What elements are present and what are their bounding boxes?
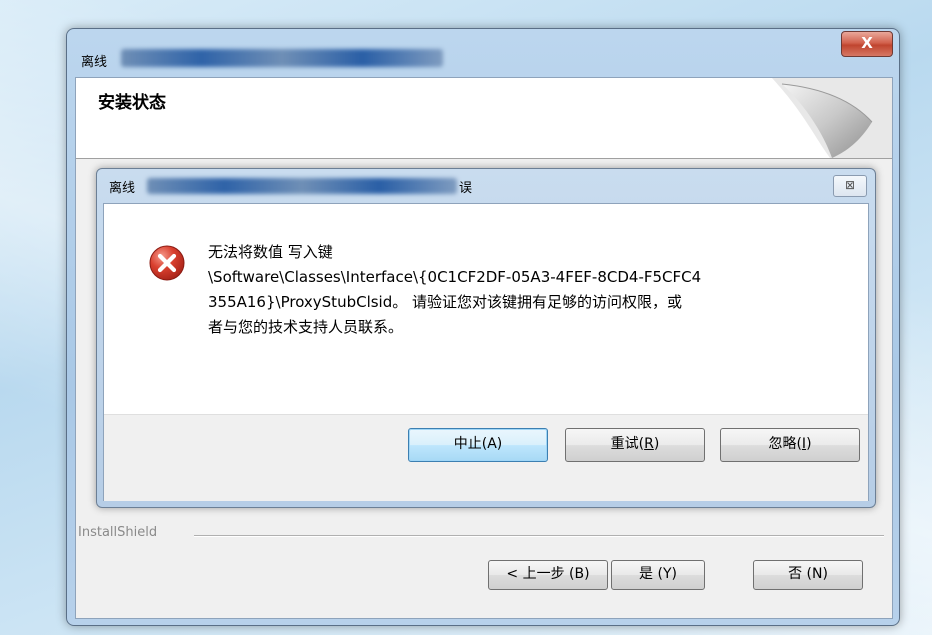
- yes-button[interactable]: 是 (Y): [611, 560, 705, 590]
- error-dialog-client: 无法将数值 写入键 \Software\Classes\Interface\{0…: [103, 203, 869, 501]
- ignore-button[interactable]: 忽略(I): [720, 428, 860, 462]
- installshield-label: InstallShield: [78, 525, 158, 540]
- installer-header: 安装状态: [76, 78, 892, 159]
- back-button[interactable]: < 上一步 (B): [488, 560, 608, 590]
- redacted-title: [121, 49, 443, 67]
- installer-window-title: 离线: [81, 51, 107, 70]
- error-message-line: \Software\Classes\Interface\{0C1CF2DF-05…: [208, 268, 702, 286]
- abort-button-label: 中止(A): [453, 436, 503, 452]
- error-dialog-close-button[interactable]: ⊠: [833, 175, 867, 197]
- retry-button-label-end: ): [653, 436, 660, 452]
- error-dialog-title: 离线: [109, 177, 135, 196]
- installshield-divider: [194, 535, 884, 537]
- retry-accelerator: R: [644, 436, 654, 452]
- error-dialog: 离线 误 ⊠ 无法将数值 写入键 \Software\Classes\Inter…: [96, 168, 876, 508]
- error-dialog-title-prefix: 离线: [109, 181, 136, 196]
- error-dialog-title-suffix-text: 误: [459, 181, 473, 196]
- retry-button-label: 重试(: [610, 436, 645, 452]
- error-message-line: 无法将数值 写入键: [208, 243, 333, 261]
- installer-close-button[interactable]: X: [841, 31, 893, 57]
- retry-button[interactable]: 重试(R): [565, 428, 705, 462]
- error-icon: [149, 245, 185, 281]
- error-message-line: 者与您的技术支持人员联系。: [208, 318, 404, 336]
- error-message: 无法将数值 写入键 \Software\Classes\Interface\{0…: [208, 240, 848, 340]
- ignore-button-label: 忽略(: [768, 436, 802, 452]
- installer-header-title: 安装状态: [98, 93, 166, 113]
- ignore-button-label-end: ): [806, 436, 812, 452]
- abort-button[interactable]: 中止(A): [408, 428, 548, 462]
- installer-title-text: 离线: [81, 55, 108, 70]
- page-curl-graphic: [772, 78, 892, 158]
- error-dialog-title-suffix: 误: [459, 177, 472, 196]
- redacted-dialog-title: [147, 178, 457, 194]
- error-message-line: 355A16}\ProxyStubClsid。 请验证您对该键拥有足够的访问权限…: [208, 293, 683, 311]
- no-button[interactable]: 否 (N): [753, 560, 863, 590]
